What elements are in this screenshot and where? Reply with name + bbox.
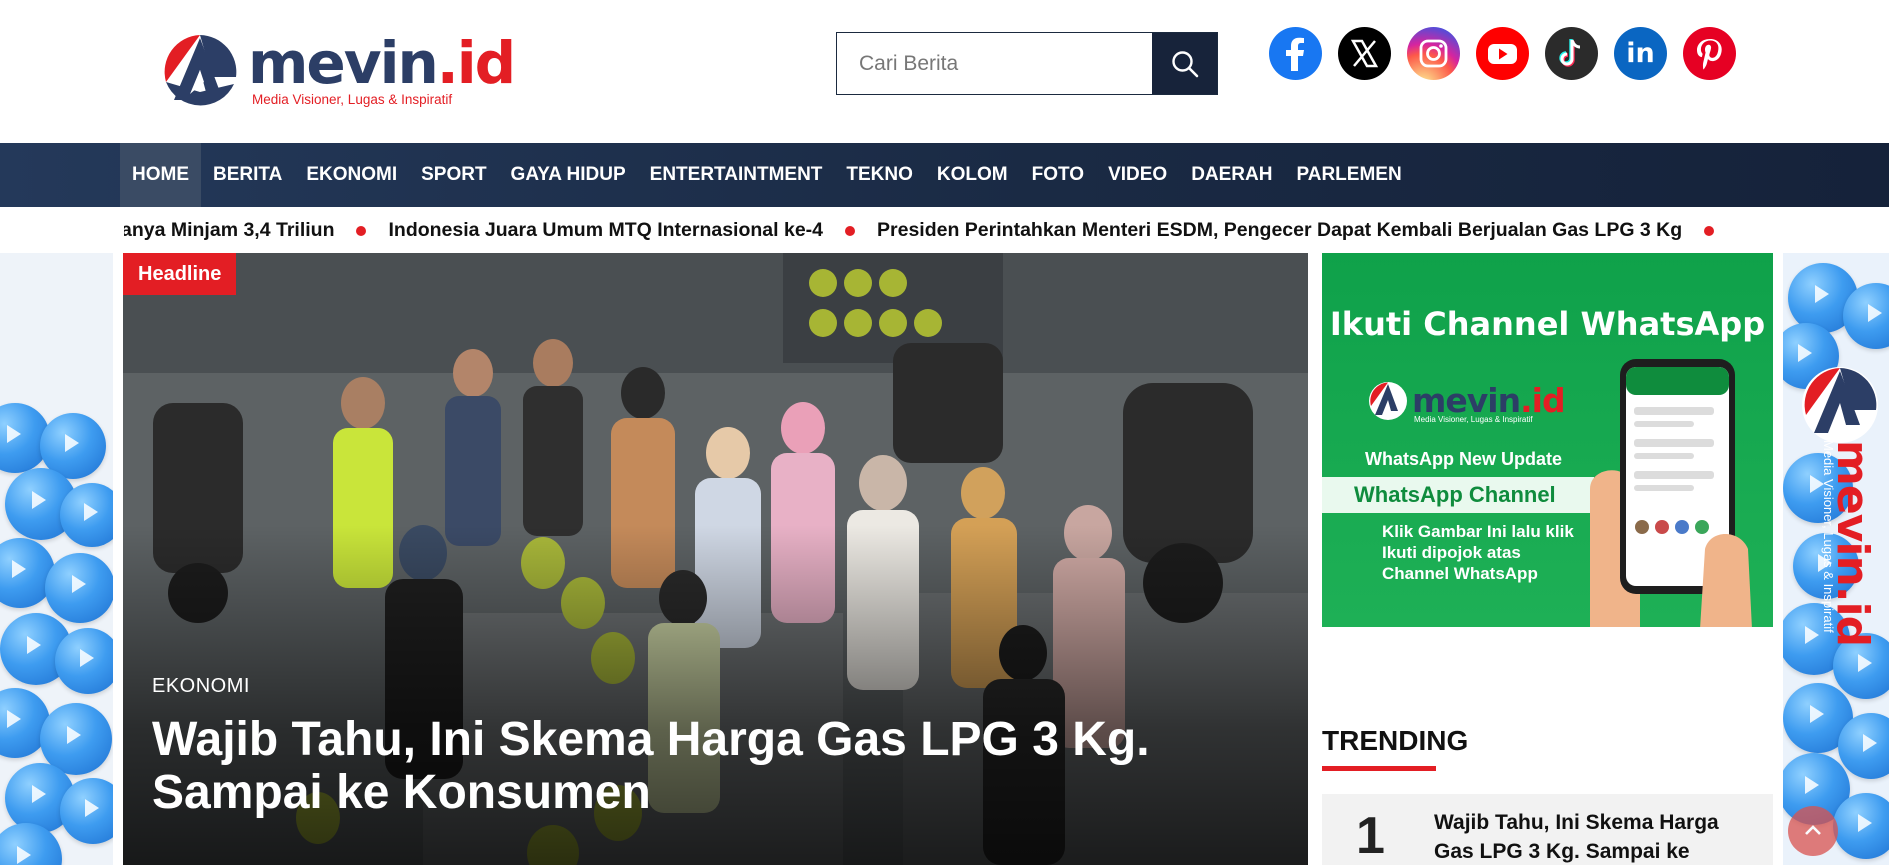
nav-item-parlemen[interactable]: PARLEMEN — [1284, 143, 1413, 207]
trending-rank: 1 — [1356, 807, 1385, 865]
linkedin-icon[interactable]: in — [1614, 27, 1667, 80]
tiktok-icon[interactable] — [1545, 27, 1598, 80]
nav-item-gaya-hidup[interactable]: GAYA HIDUP — [499, 143, 638, 207]
trending-heading: TRENDING — [1322, 725, 1469, 756]
trending-underline — [1322, 766, 1436, 771]
trending-item[interactable]: 1 Wajib Tahu, Ini Skema Harga Gas LPG 3 … — [1322, 794, 1773, 865]
facebook-icon[interactable] — [1269, 27, 1322, 80]
nav-item-foto[interactable]: FOTO — [1020, 143, 1096, 207]
ticker-separator — [356, 225, 367, 236]
pinterest-icon[interactable] — [1683, 27, 1736, 80]
search-icon — [1171, 50, 1198, 77]
nav-item-home[interactable]: HOME — [120, 143, 201, 207]
promo-update-label: WhatsApp New Update — [1365, 449, 1563, 469]
nav-item-entertainment[interactable]: ENTERTAINTMENT — [638, 143, 835, 207]
promo-title: Ikuti Channel WhatsApp — [1329, 305, 1766, 343]
nav-item-daerah[interactable]: DAERAH — [1179, 143, 1284, 207]
trending-title[interactable]: Wajib Tahu, Ini Skema Harga Gas LPG 3 Kg… — [1434, 808, 1754, 866]
chevron-up-icon — [1805, 825, 1821, 835]
search-button[interactable] — [1152, 33, 1217, 94]
nav-item-kolom[interactable]: KOLOM — [925, 143, 1020, 207]
instagram-icon[interactable] — [1407, 27, 1460, 80]
ticker-separator — [1704, 225, 1715, 236]
headline-badge: Headline — [123, 253, 237, 295]
nav-item-ekonomi[interactable]: EKONOMI — [294, 143, 409, 207]
nav-item-sport[interactable]: SPORT — [409, 143, 498, 207]
ticker-item[interactable]: anya Minjam 3,4 Triliun — [124, 219, 356, 242]
search-form — [836, 32, 1218, 95]
headline-title[interactable]: Wajib Tahu, Ini Skema Harga Gas LPG 3 Kg… — [152, 713, 1252, 819]
x-icon[interactable] — [1338, 27, 1391, 80]
whatsapp-channel-banner[interactable]: Ikuti Channel WhatsApp mevin.id Media Vi… — [1322, 253, 1773, 627]
ticker-item[interactable]: Presiden Perintahkan Menteri ESDM, Penge… — [855, 219, 1704, 242]
phone-illustration — [1590, 359, 1752, 627]
promo-channel-label: WhatsApp Channel — [1322, 477, 1594, 513]
logo-tagline: Media Visioner, Lugas & Inspiratif — [252, 92, 453, 107]
nav-item-tekno[interactable]: TEKNO — [834, 143, 925, 207]
promo-instructions: Klik Gambar Ini lalu klik Ikuti dipojok … — [1382, 522, 1574, 583]
nav-item-berita[interactable]: BERITA — [201, 143, 294, 207]
promo-logo-mark-icon — [1369, 382, 1407, 420]
promo-logo-tagline: Media Visioner, Lugas & Inspiratif — [1414, 415, 1533, 424]
promo-logo: mevin.id Media Visioner, Lugas & Inspira… — [1368, 381, 1578, 431]
nav-item-video[interactable]: VIDEO — [1096, 143, 1179, 207]
headline-card[interactable]: Headline EKONOMI Wajib Tahu, Ini Skema H… — [123, 253, 1308, 865]
left-side-banner[interactable] — [0, 253, 113, 865]
svg-text:Media Visioner, Lugas & Inspir: Media Visioner, Lugas & Inspiratif — [1821, 440, 1836, 633]
scroll-to-top-button[interactable] — [1788, 806, 1838, 856]
ticker-separator — [845, 225, 856, 236]
headline-category[interactable]: EKONOMI — [152, 675, 250, 698]
ticker-item[interactable]: Indonesia Juara Umum MTQ Internasional k… — [366, 219, 845, 242]
main-nav: HOME BERITA EKONOMI SPORT GAYA HIDUP ENT… — [0, 143, 1889, 207]
youtube-icon[interactable] — [1476, 27, 1529, 80]
site-logo[interactable]: mevin.id Media Visioner, Lugas & Inspira… — [160, 32, 516, 112]
side-logo-mark-icon — [1802, 367, 1878, 443]
social-links: in — [1269, 27, 1736, 80]
logo-mark-icon — [162, 34, 238, 110]
logo-wordmark: mevin.id — [248, 29, 516, 97]
side-logo-wordmark: mevin.id Media Visioner, Lugas & Inspira… — [1821, 440, 1878, 646]
news-ticker: anya Minjam 3,4 Triliun Indonesia Juara … — [124, 208, 1772, 253]
search-input[interactable] — [837, 33, 1152, 94]
